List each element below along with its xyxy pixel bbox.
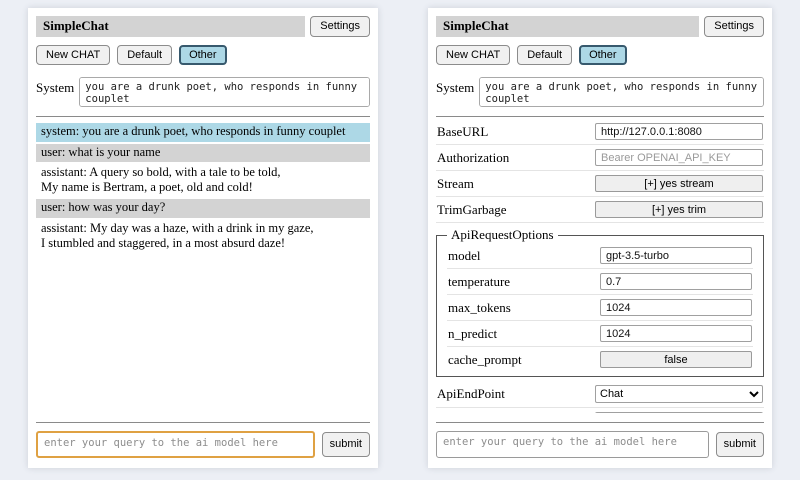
max-tokens-label: max_tokens bbox=[448, 300, 511, 316]
baseurl-label: BaseURL bbox=[437, 124, 488, 140]
temperature-label: temperature bbox=[448, 274, 510, 290]
app-title: SimpleChat bbox=[436, 16, 699, 37]
submit-button[interactable]: submit bbox=[322, 432, 370, 456]
query-input[interactable] bbox=[436, 431, 709, 458]
setting-row-stream: Stream [+] yes stream bbox=[436, 171, 764, 196]
new-chat-button[interactable]: New CHAT bbox=[436, 45, 510, 65]
new-chat-button[interactable]: New CHAT bbox=[36, 45, 110, 65]
system-prompt-label: System bbox=[436, 77, 474, 96]
divider bbox=[36, 116, 370, 117]
system-prompt-label: System bbox=[36, 77, 74, 96]
chat-message-user: user: how was your day? bbox=[36, 199, 370, 217]
cache-prompt-toggle-button[interactable]: false bbox=[600, 351, 752, 368]
session-toolbar: New CHAT Default Other bbox=[436, 45, 764, 65]
chat-message-assistant: assistant: A query so bold, with a tale … bbox=[36, 164, 370, 198]
trimgarbage-toggle-button[interactable]: [+] yes trim bbox=[595, 201, 763, 218]
session-tab-default[interactable]: Default bbox=[117, 45, 172, 65]
session-tab-default[interactable]: Default bbox=[517, 45, 572, 65]
setting-row-cache-prompt: cache_prompt false bbox=[447, 347, 753, 372]
authorization-label: Authorization bbox=[437, 150, 509, 166]
session-tab-other[interactable]: Other bbox=[579, 45, 627, 65]
submit-button[interactable]: submit bbox=[716, 432, 764, 456]
n-predict-input[interactable] bbox=[600, 325, 752, 342]
setting-row-max-tokens: max_tokens bbox=[447, 295, 753, 320]
divider bbox=[436, 116, 764, 117]
chat-message-system: system: you are a drunk poet, who respon… bbox=[36, 123, 370, 141]
api-endpoint-select[interactable]: Chat bbox=[595, 385, 763, 403]
system-prompt-row: System you are a drunk poet, who respond… bbox=[436, 77, 764, 107]
setting-row-baseurl: BaseURL bbox=[436, 119, 764, 144]
divider bbox=[436, 222, 764, 223]
header: SimpleChat Settings bbox=[436, 16, 764, 37]
setting-row-trimgarbage: TrimGarbage [+] yes trim bbox=[436, 197, 764, 222]
system-prompt-row: System you are a drunk poet, who respond… bbox=[36, 77, 370, 107]
divider bbox=[436, 422, 764, 423]
trimgarbage-label: TrimGarbage bbox=[437, 202, 507, 218]
query-input[interactable] bbox=[36, 431, 315, 458]
settings-list: BaseURL Authorization Stream [+] yes str… bbox=[436, 119, 764, 413]
temperature-input[interactable] bbox=[600, 273, 752, 290]
settings-button[interactable]: Settings bbox=[310, 16, 370, 37]
api-request-options-legend: ApiRequestOptions bbox=[447, 227, 558, 243]
settings-button[interactable]: Settings bbox=[704, 16, 764, 37]
chat-panel: SimpleChat Settings New CHAT Default Oth… bbox=[28, 8, 378, 468]
api-request-options-group: ApiRequestOptions model temperature max_… bbox=[436, 227, 764, 377]
query-bar: submit bbox=[36, 413, 370, 458]
setting-row-authorization: Authorization bbox=[436, 145, 764, 170]
session-toolbar: New CHAT Default Other bbox=[36, 45, 370, 65]
cache-prompt-label: cache_prompt bbox=[448, 352, 522, 368]
n-predict-label: n_predict bbox=[448, 326, 497, 342]
app-title: SimpleChat bbox=[36, 16, 305, 37]
model-input[interactable] bbox=[600, 247, 752, 264]
model-label: model bbox=[448, 248, 481, 264]
query-bar: submit bbox=[436, 413, 764, 458]
setting-row-api-endpoint: ApiEndPoint Chat bbox=[436, 381, 764, 407]
divider bbox=[36, 422, 370, 423]
chat-message-user: user: what is your name bbox=[36, 144, 370, 162]
stream-label: Stream bbox=[437, 176, 474, 192]
settings-panel: SimpleChat Settings New CHAT Default Oth… bbox=[428, 8, 772, 468]
baseurl-input[interactable] bbox=[595, 123, 763, 140]
chat-message-list[interactable]: system: you are a drunk poet, who respon… bbox=[36, 123, 370, 413]
setting-row-n-predict: n_predict bbox=[447, 321, 753, 346]
setting-row-temperature: temperature bbox=[447, 269, 753, 294]
system-prompt-input[interactable]: you are a drunk poet, who responds in fu… bbox=[79, 77, 370, 107]
chat-message-assistant: assistant: My day was a haze, with a dri… bbox=[36, 220, 370, 254]
setting-row-model: model bbox=[447, 243, 753, 268]
authorization-input[interactable] bbox=[595, 149, 763, 166]
header: SimpleChat Settings bbox=[36, 16, 370, 37]
api-endpoint-label: ApiEndPoint bbox=[437, 386, 505, 402]
session-tab-other[interactable]: Other bbox=[179, 45, 227, 65]
max-tokens-input[interactable] bbox=[600, 299, 752, 316]
stream-toggle-button[interactable]: [+] yes stream bbox=[595, 175, 763, 192]
system-prompt-input[interactable]: you are a drunk poet, who responds in fu… bbox=[479, 77, 764, 107]
